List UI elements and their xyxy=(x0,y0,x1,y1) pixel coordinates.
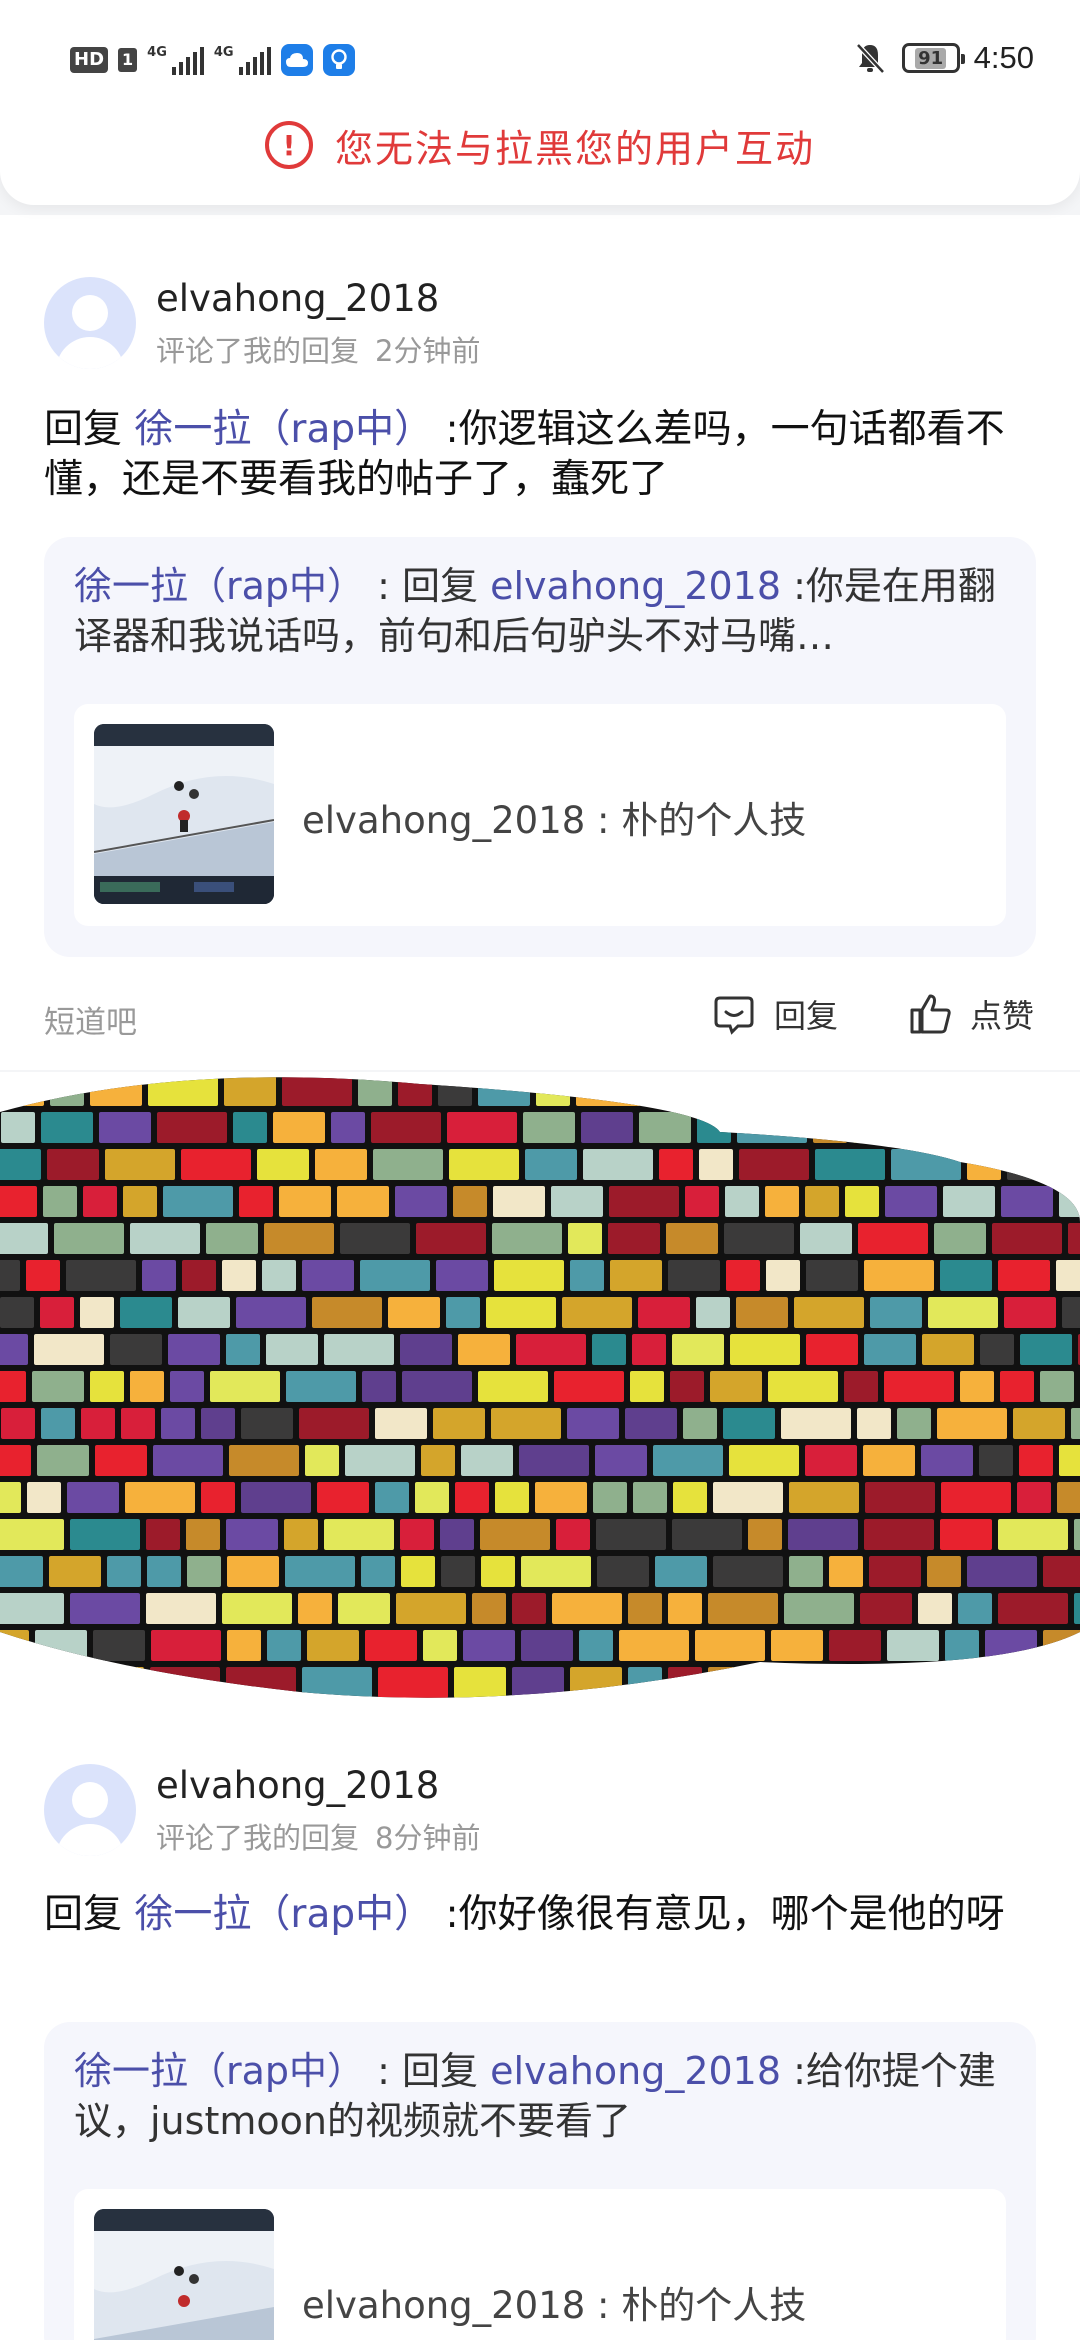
battery-icon: 91 xyxy=(901,43,965,73)
meta-action: 评论了我的回复 xyxy=(156,1821,360,1855)
sim-indicator: 1 xyxy=(118,48,138,72)
like-label: 点赞 xyxy=(970,997,1035,1035)
time-ago: 2分钟前 xyxy=(375,334,481,368)
blocked-banner: ! 您无法与拉黑您的用户互动 xyxy=(0,115,1080,175)
clock: 4:50 xyxy=(973,40,1034,75)
like-button[interactable]: 点赞 xyxy=(908,991,1034,1037)
reply-button[interactable]: 回复 xyxy=(712,991,838,1037)
avatar[interactable] xyxy=(44,1764,136,1856)
comment-meta: 评论了我的回复 2分钟前 xyxy=(156,328,480,370)
reply-prefix: 回复 xyxy=(44,407,135,452)
username[interactable]: elvahong_2018 xyxy=(156,277,439,320)
reply-body: :你好像很有意见，哪个是他的呀 xyxy=(433,1892,1005,1937)
quote-mid: : 回复 xyxy=(365,564,491,608)
quote-mid: : 回复 xyxy=(365,2049,491,2093)
status-bar: HD 1 4G 4G 91 4:50 xyxy=(0,38,1080,86)
quoted-reply[interactable]: 徐一拉（rap中） : 回复 elvahong_2018 :给你提个建议，jus… xyxy=(44,2022,1036,2340)
signal-icon-2: 4G xyxy=(214,45,271,75)
comment-card[interactable]: elvahong_2018 评论了我的回复 2分钟前 回复 徐一拉（rap中） :… xyxy=(0,215,1080,1070)
hd-indicator: HD xyxy=(70,47,109,73)
quote-target-link[interactable]: elvahong_2018 xyxy=(490,2049,781,2093)
cloud-icon xyxy=(280,44,313,76)
avatar[interactable] xyxy=(44,277,136,369)
reply-to-user-link[interactable]: 徐一拉（rap中） xyxy=(134,1892,433,1937)
post-thumbnail xyxy=(94,2209,274,2340)
quoted-reply-text: 徐一拉（rap中） : 回复 elvahong_2018 :给你提个建议，jus… xyxy=(74,2046,1009,2146)
quote-author-link[interactable]: 徐一拉（rap中） xyxy=(74,564,365,608)
comment-card[interactable]: elvahong_2018 评论了我的回复 8分钟前 回复 徐一拉（rap中） :… xyxy=(0,1712,1080,2340)
mosaic-pattern xyxy=(0,1077,1080,1698)
post-thumbnail xyxy=(94,724,274,904)
comment-content[interactable]: 回复 徐一拉（rap中） :你好像很有意见，哪个是他的呀 xyxy=(44,1890,1044,1940)
reply-icon xyxy=(714,996,754,1035)
quote-author-link[interactable]: 徐一拉（rap中） xyxy=(74,2049,365,2093)
bell-muted-icon xyxy=(852,40,888,76)
exclamation-circle-icon: ! xyxy=(264,121,313,169)
username[interactable]: elvahong_2018 xyxy=(156,1764,439,1807)
original-post-preview[interactable]: elvahong_2018 : 朴的个人技 xyxy=(74,2189,1006,2340)
time-ago: 8分钟前 xyxy=(375,1821,481,1855)
post-title: elvahong_2018 : 朴的个人技 xyxy=(302,2284,807,2327)
network-type-2: 4G xyxy=(213,45,234,60)
forum-name[interactable]: 短道吧 xyxy=(44,997,137,1042)
bulb-icon xyxy=(322,44,355,76)
censored-mosaic xyxy=(0,1072,1080,1712)
signal-icon: 4G xyxy=(147,45,204,75)
reply-to-user-link[interactable]: 徐一拉（rap中） xyxy=(134,407,433,452)
thumbs-up-icon xyxy=(910,994,951,1034)
reply-label: 回复 xyxy=(774,997,839,1035)
quoted-reply[interactable]: 徐一拉（rap中） : 回复 elvahong_2018 :你是在用翻译器和我说… xyxy=(44,537,1036,957)
post-title: elvahong_2018 : 朴的个人技 xyxy=(302,799,807,842)
blocked-notice-card: HD 1 4G 4G 91 4:50 ! 您无法与拉黑您的用户互动 xyxy=(0,0,1080,205)
comment-content[interactable]: 回复 徐一拉（rap中） :你逻辑这么差吗，一句话都看不懂，还是不要看我的帖子了… xyxy=(44,405,1044,505)
comment-meta: 评论了我的回复 8分钟前 xyxy=(156,1815,480,1857)
quoted-reply-text: 徐一拉（rap中） : 回复 elvahong_2018 :你是在用翻译器和我说… xyxy=(74,561,1009,661)
quote-target-link[interactable]: elvahong_2018 xyxy=(490,564,781,608)
original-post-preview[interactable]: elvahong_2018 : 朴的个人技 xyxy=(74,704,1006,926)
meta-action: 评论了我的回复 xyxy=(156,334,360,368)
comment-footer: 短道吧 回复 点赞 xyxy=(0,985,1080,1045)
reply-prefix: 回复 xyxy=(44,1892,135,1937)
battery-level: 91 xyxy=(915,47,947,69)
network-type: 4G xyxy=(147,45,167,60)
blocked-banner-text: 您无法与拉黑您的用户互动 xyxy=(334,126,815,171)
